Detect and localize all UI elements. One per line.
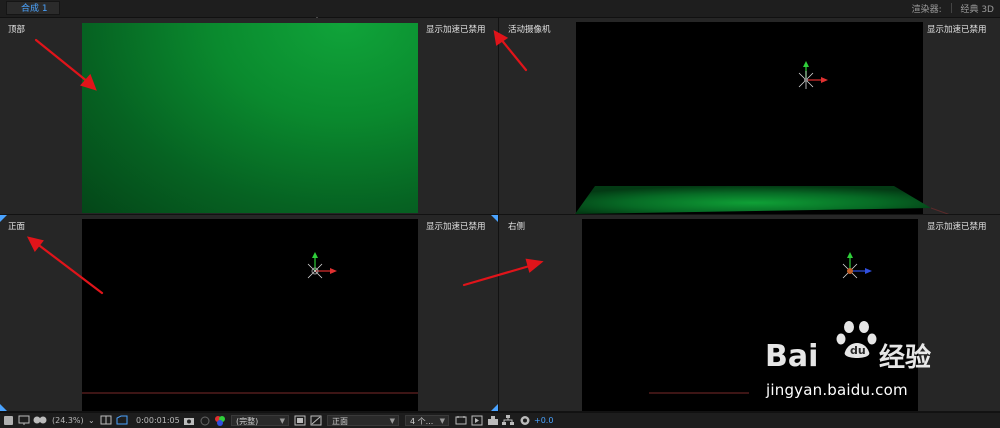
viewport-label-right: 右侧 bbox=[508, 222, 526, 232]
axis-gizmo-icon[interactable] bbox=[794, 56, 834, 96]
show-snapshot-icon[interactable] bbox=[199, 415, 211, 426]
monitor-icon[interactable] bbox=[18, 415, 30, 426]
fast-preview-icon[interactable] bbox=[471, 415, 483, 426]
mask-path-icon[interactable] bbox=[116, 415, 128, 426]
chevron-down-icon: ▼ bbox=[389, 417, 395, 425]
transparency-grid-icon[interactable] bbox=[310, 415, 322, 426]
renderer-separator bbox=[950, 3, 952, 13]
timeline-icon[interactable] bbox=[487, 415, 499, 426]
zoom-level[interactable]: (24.3%) bbox=[52, 415, 84, 427]
region-of-interest-icon[interactable] bbox=[294, 415, 306, 426]
3d-view-dropdown[interactable]: 正面 ▼ bbox=[327, 415, 399, 426]
renderer-info[interactable]: 渲染器: 经典 3D bbox=[912, 2, 994, 15]
renderer-value[interactable]: 经典 3D bbox=[960, 5, 994, 15]
view-layout-dropdown[interactable]: 4 个... ▼ bbox=[405, 415, 449, 426]
active-view-corner-icon bbox=[491, 215, 498, 222]
display-accel-status: 显示加速已禁用 bbox=[426, 25, 486, 35]
axis-gizmo-icon[interactable] bbox=[303, 247, 343, 287]
viewport-active-camera[interactable]: 活动摄像机 显示加速已禁用 bbox=[499, 18, 1000, 215]
flowchart-icon[interactable] bbox=[502, 415, 514, 426]
active-view-corner-icon bbox=[0, 215, 7, 222]
chevron-down-icon: ▼ bbox=[439, 417, 445, 425]
mask-view-icon[interactable] bbox=[33, 415, 47, 426]
viewport-label-top: 顶部 bbox=[8, 25, 26, 35]
display-accel-status: 显示加速已禁用 bbox=[927, 222, 987, 232]
green-solid-canvas[interactable] bbox=[82, 23, 418, 213]
ground-line bbox=[82, 392, 418, 394]
ae-composition-panel: 合成 1 渲染器: 经典 3D 顶部 显示加速已禁用 活动摄像机 显示加速已禁用… bbox=[0, 0, 1000, 428]
viewport-front[interactable]: 正面 显示加速已禁用 bbox=[0, 215, 499, 412]
chevron-down-icon: ▼ bbox=[279, 417, 285, 425]
toggle-pixel-aspect-icon[interactable] bbox=[455, 415, 467, 426]
ground-line bbox=[649, 392, 749, 394]
viewer-toolbar: (24.3%) ⌄ 0:00:01:05 (完整) ▼ 正面 ▼ 4 个... … bbox=[0, 412, 1000, 428]
axis-gizmo-icon[interactable] bbox=[838, 247, 878, 287]
exposure-value[interactable]: +0.0 bbox=[534, 415, 553, 427]
svg-text:du: du bbox=[850, 344, 866, 357]
view-layout-value: 4 个... bbox=[410, 417, 434, 426]
zoom-dropdown-chevron-icon[interactable]: ⌄ bbox=[88, 415, 95, 427]
svg-text:经验: 经验 bbox=[879, 342, 931, 373]
renderer-label: 渲染器: bbox=[911, 5, 942, 15]
3d-view-value: 正面 bbox=[332, 417, 348, 426]
exposure-reset-icon[interactable] bbox=[519, 415, 531, 426]
safe-area-icon[interactable] bbox=[100, 415, 112, 426]
display-accel-status: 显示加速已禁用 bbox=[927, 25, 987, 35]
composition-tab-bar: 合成 1 渲染器: 经典 3D bbox=[0, 0, 1000, 27]
watermark-url: jingyan.baidu.com bbox=[766, 381, 908, 399]
composition-tab[interactable]: 合成 1 bbox=[6, 1, 60, 15]
display-accel-status: 显示加速已禁用 bbox=[426, 222, 486, 232]
viewport-label-active-camera: 活动摄像机 bbox=[508, 25, 551, 35]
snapshot-camera-icon[interactable] bbox=[183, 415, 195, 426]
current-time[interactable]: 0:00:01:05 bbox=[136, 415, 180, 427]
active-view-corner-icon bbox=[0, 404, 7, 411]
svg-text:Bai: Bai bbox=[765, 339, 818, 374]
viewport-top[interactable]: 顶部 显示加速已禁用 bbox=[0, 18, 499, 215]
viewport-label-front: 正面 bbox=[8, 222, 26, 232]
active-view-corner-icon bbox=[491, 404, 498, 411]
resolution-value: (完整) bbox=[236, 417, 259, 426]
front-canvas[interactable] bbox=[82, 219, 418, 411]
always-preview-icon[interactable] bbox=[4, 416, 13, 425]
color-channels-icon[interactable] bbox=[214, 415, 226, 426]
resolution-dropdown[interactable]: (完整) ▼ bbox=[231, 415, 289, 426]
green-floor-plane bbox=[573, 186, 949, 214]
